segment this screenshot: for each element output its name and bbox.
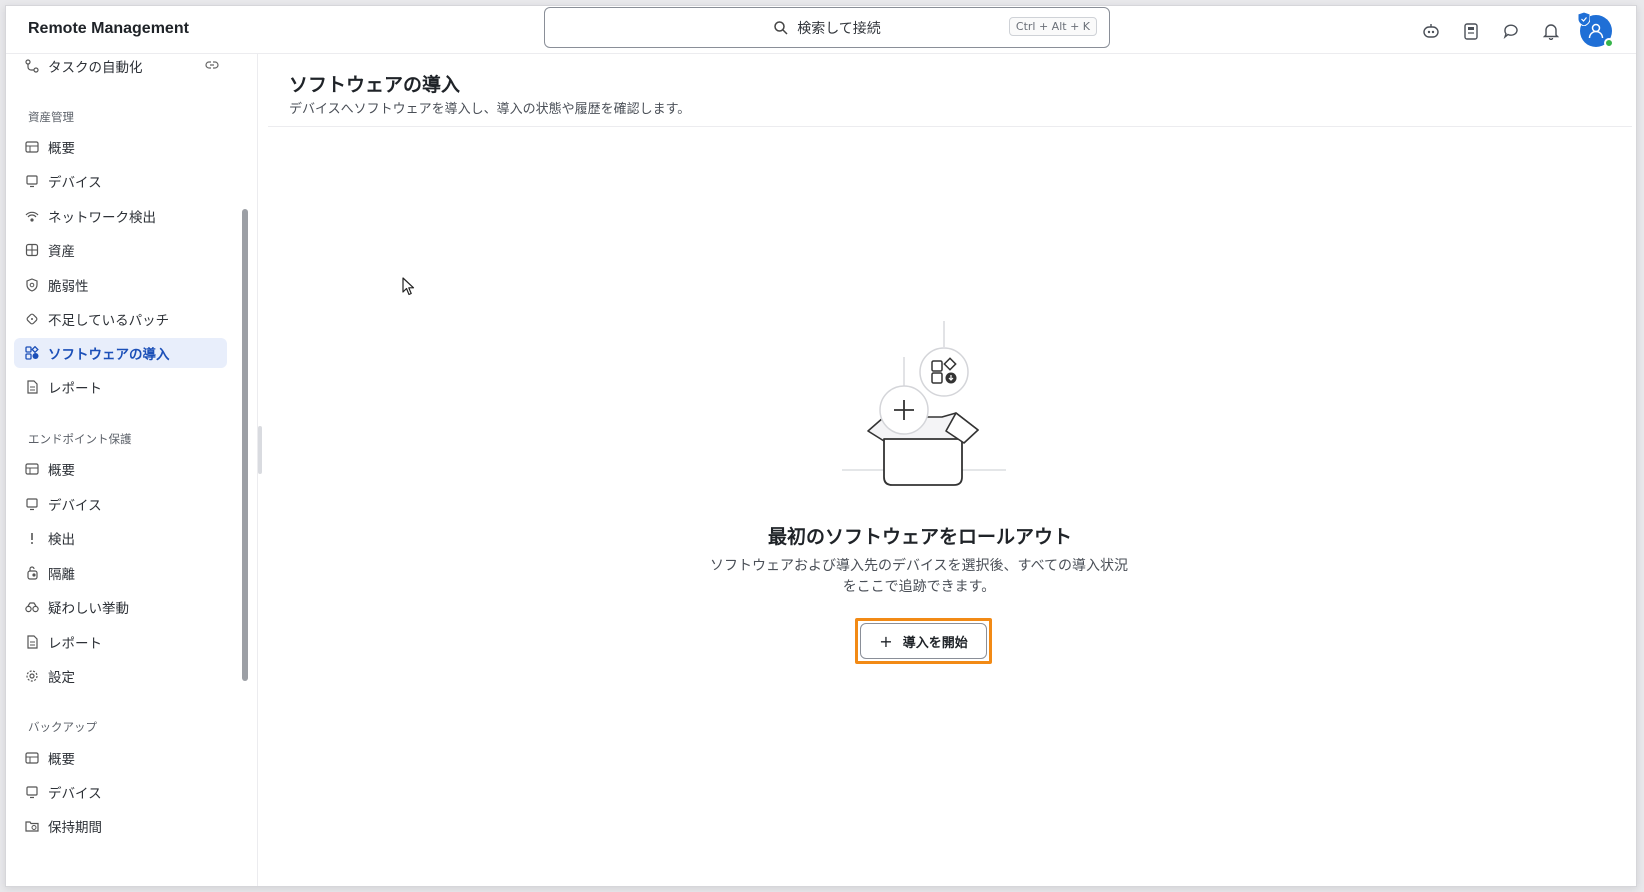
sidebar-item-endpoint-overview[interactable]: 概要: [14, 454, 227, 484]
user-avatar[interactable]: [1577, 11, 1614, 48]
robot-assistant-icon[interactable]: [1420, 20, 1442, 42]
sidebar-item-asset-overview[interactable]: 概要: [14, 132, 227, 162]
automation-icon: [24, 58, 40, 74]
section-label-endpoint-protection: エンドポイント保護: [28, 432, 132, 446]
empty-state-title: 最初のソフトウェアをロールアウト: [767, 526, 1072, 548]
sidebar-item-vulnerabilities[interactable]: 脆弱性: [14, 270, 227, 300]
sidebar-item-retention[interactable]: 保持期間: [14, 811, 227, 841]
empty-state-illustration: [842, 321, 1006, 486]
sidebar-item-settings[interactable]: 設定: [14, 661, 227, 691]
top-icons: [1420, 11, 1614, 48]
search-icon: [773, 20, 789, 36]
sidebar-item-label: 概要: [48, 463, 75, 479]
section-label-asset-management: 資産管理: [28, 110, 74, 124]
binoculars-icon: [24, 599, 40, 615]
sidebar-item-label: 保持期間: [48, 820, 102, 836]
start-deployment-button[interactable]: + 導入を開始: [860, 623, 987, 659]
external-link-icon: [205, 58, 219, 76]
folder-clock-icon: [24, 818, 40, 834]
search-placeholder: 検索して接続: [797, 20, 881, 37]
report-icon: [24, 634, 40, 650]
sidebar-item-endpoint-devices[interactable]: デバイス: [14, 489, 227, 519]
sidebar-item-label: デバイス: [48, 498, 102, 514]
sidebar-item-label: 設定: [48, 670, 75, 686]
shield-icon: [1577, 11, 1591, 30]
dashboard-icon: [24, 750, 40, 766]
chat-icon[interactable]: [1500, 20, 1522, 42]
sidebar-item-label: ネットワーク検出: [48, 210, 156, 226]
page-title: ソフトウェアの導入: [289, 74, 461, 96]
start-deployment-label: 導入を開始: [902, 635, 968, 651]
app-window: Remote Management 検索して接続 Ctrl + Alt + K: [5, 5, 1637, 887]
quarantine-icon: [24, 565, 40, 581]
header-divider: [268, 126, 1632, 127]
monitor-icon: [24, 173, 40, 189]
sidebar-item-detections[interactable]: 検出: [14, 523, 227, 553]
software-deploy-icon: [24, 345, 40, 361]
sidebar-item-backup-overview[interactable]: 概要: [14, 743, 227, 773]
sidebar-item-label: ソフトウェアの導入: [48, 347, 170, 363]
clipboard-icon[interactable]: [1460, 20, 1482, 42]
sidebar-item-asset-devices[interactable]: デバイス: [14, 166, 227, 196]
dashboard-icon: [24, 461, 40, 477]
sidebar-item-endpoint-reports[interactable]: レポート: [14, 627, 227, 657]
sidebar-item-task-automation[interactable]: タスクの自動化: [14, 51, 227, 81]
sidebar-item-missing-patches[interactable]: 不足しているパッチ: [14, 304, 227, 334]
sidebar-item-quarantine[interactable]: 隔離: [14, 558, 227, 588]
network-icon: [24, 208, 40, 224]
section-label-backup: バックアップ: [28, 720, 97, 734]
page-subtitle: デバイスへソフトウェアを導入し、導入の状態や履歴を確認します。: [289, 102, 691, 117]
patch-icon: [24, 311, 40, 327]
sidebar-item-label: レポート: [48, 636, 102, 652]
empty-state-description: ソフトウェアおよび導入先のデバイスを選択後、すべての導入状況をここで追跡できます…: [709, 558, 1129, 595]
shield-search-icon: [24, 277, 40, 293]
report-icon: [24, 379, 40, 395]
sidebar-item-label: 疑わしい挙動: [48, 601, 129, 617]
alert-icon: [24, 530, 40, 546]
bell-icon[interactable]: [1540, 20, 1562, 42]
sidebar-item-software-deployment[interactable]: ソフトウェアの導入: [14, 338, 227, 368]
main-content: ソフトウェアの導入 デバイスへソフトウェアを導入し、導入の状態や履歴を確認します…: [262, 54, 1636, 886]
sidebar-item-label: 隔離: [48, 567, 75, 583]
online-status-dot: [1604, 38, 1614, 48]
gear-icon: [24, 668, 40, 684]
sidebar-item-suspicious-activity[interactable]: 疑わしい挙動: [14, 592, 227, 622]
top-bar: Remote Management 検索して接続 Ctrl + Alt + K: [6, 6, 1636, 54]
sidebar-item-assets[interactable]: 資産: [14, 235, 227, 265]
sidebar-item-label: 概要: [48, 752, 75, 768]
sidebar-scrollbar[interactable]: [242, 209, 248, 681]
search-shortcut-hint: Ctrl + Alt + K: [1008, 17, 1097, 36]
sidebar-item-label: 脆弱性: [48, 279, 89, 295]
monitor-icon: [24, 496, 40, 512]
sidebar-item-label: タスクの自動化: [48, 60, 143, 76]
sidebar-item-asset-reports[interactable]: レポート: [14, 372, 227, 402]
sidebar-item-label: 検出: [48, 532, 75, 548]
app-title: Remote Management: [28, 20, 189, 37]
sidebar-item-backup-devices[interactable]: デバイス: [14, 777, 227, 807]
mouse-cursor-icon: [402, 277, 415, 296]
sidebar-item-label: デバイス: [48, 175, 102, 191]
grid-icon: [24, 242, 40, 258]
sidebar-item-label: 不足しているパッチ: [48, 313, 170, 329]
sidebar: タスクの自動化 資産管理 概要 デバイス ネットワーク検出 資産 脆弱性 不足し…: [6, 51, 258, 886]
sidebar-item-network-discovery[interactable]: ネットワーク検出: [14, 201, 227, 231]
dashboard-icon: [24, 139, 40, 155]
sidebar-item-label: 概要: [48, 141, 75, 157]
plus-icon: +: [879, 631, 893, 651]
sidebar-item-label: 資産: [48, 244, 75, 260]
search-input[interactable]: 検索して接続 Ctrl + Alt + K: [544, 7, 1110, 48]
sidebar-item-label: レポート: [48, 381, 102, 397]
monitor-icon: [24, 784, 40, 800]
sidebar-item-label: デバイス: [48, 786, 102, 802]
